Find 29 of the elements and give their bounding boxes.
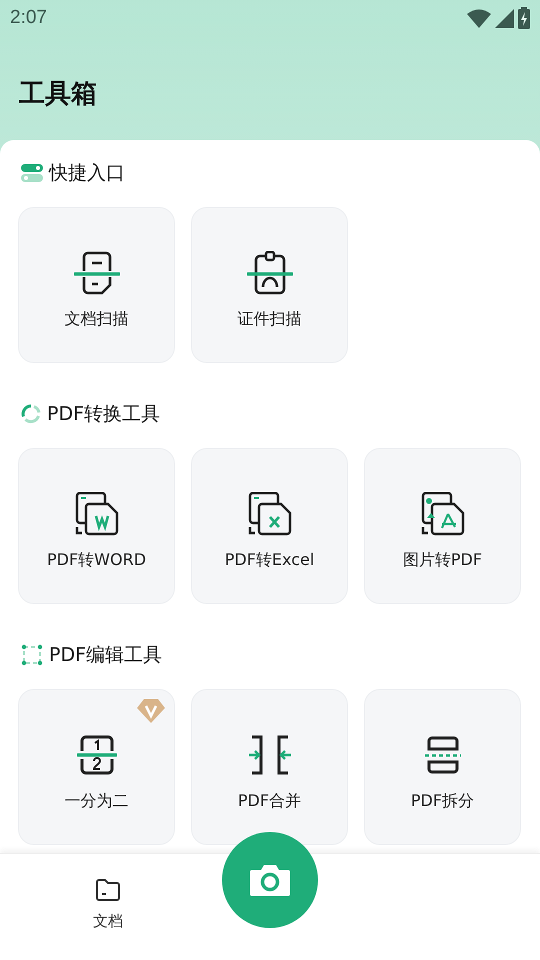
image-to-pdf-icon <box>420 492 464 536</box>
toggle-icon <box>21 163 43 183</box>
tool-tile[interactable]: 文档扫描 <box>18 207 175 363</box>
tool-tile[interactable]: PDF合并 <box>191 689 348 845</box>
tool-tile[interactable]: PDF转Excel <box>191 448 348 604</box>
refresh-icon <box>21 404 41 424</box>
wifi-icon <box>467 8 491 28</box>
section-title: 快捷入口 <box>49 160 125 186</box>
tool-tile[interactable]: 证件扫描 <box>191 207 348 363</box>
id-card-scan-icon <box>246 251 292 295</box>
split-icon <box>422 735 462 775</box>
section-title: PDF转换工具 <box>47 402 160 427</box>
word-document-icon <box>74 492 118 536</box>
selection-frame-icon <box>21 644 43 666</box>
tool-tile[interactable]: PDF拆分 <box>364 689 521 845</box>
tool-tile[interactable]: 图片转PDF <box>364 448 521 604</box>
status-time: 2:07 <box>10 6 47 30</box>
document-scan-icon <box>74 251 120 295</box>
camera-icon <box>249 863 291 897</box>
section-title: PDF编辑工具 <box>49 642 162 668</box>
excel-document-icon <box>248 492 292 536</box>
page-title: 工具箱 <box>19 78 97 110</box>
split-page-icon <box>76 734 116 776</box>
battery-charging-icon <box>518 7 530 29</box>
tool-tile[interactable]: 一分为二 <box>18 689 175 845</box>
tool-tile[interactable]: PDF转WORD <box>18 448 175 604</box>
merge-icon <box>248 735 292 775</box>
signal-icon <box>495 8 514 28</box>
folder-icon <box>95 878 121 902</box>
